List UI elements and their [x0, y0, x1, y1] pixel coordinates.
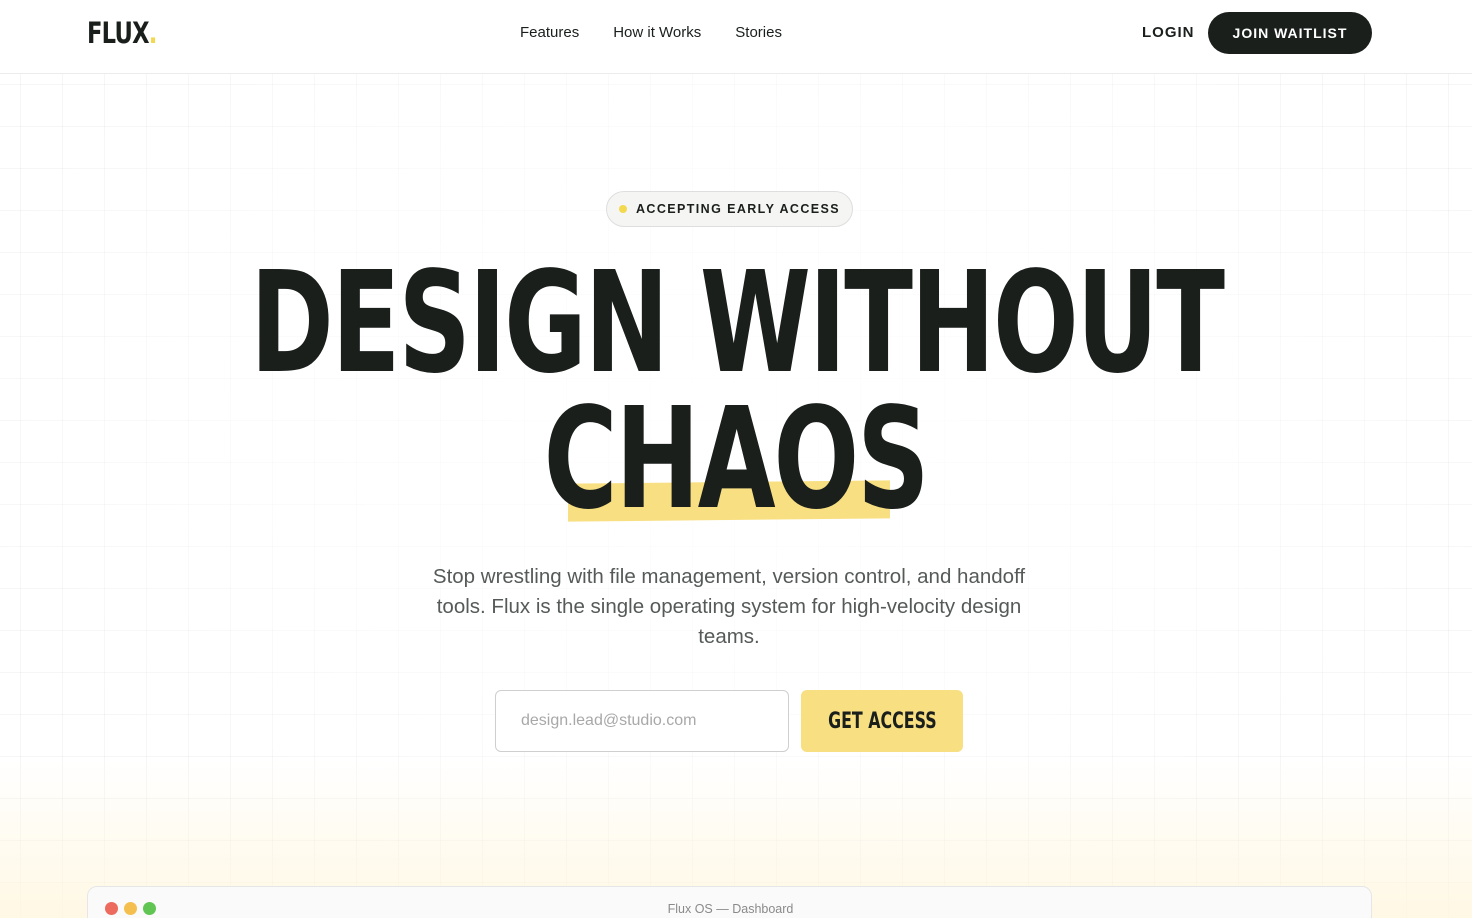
dashboard-preview-window: Flux OS — Dashboard	[87, 886, 1372, 918]
nav-link-how-it-works[interactable]: How it Works	[613, 24, 701, 42]
early-access-badge: ACCEPTING EARLY ACCESS	[606, 191, 853, 227]
get-access-button[interactable]: GET ACCESS	[801, 690, 963, 752]
headline-line-1-text: DESIGN WITHOUT	[249, 242, 1225, 405]
join-waitlist-button[interactable]: JOIN WAITLIST	[1208, 12, 1372, 54]
status-dot-icon	[619, 205, 627, 213]
get-access-label: GET ACCESS	[827, 708, 937, 734]
nav-link-stories[interactable]: Stories	[735, 24, 782, 42]
hero-subtext: Stop wrestling with file management, ver…	[432, 565, 1026, 648]
logo[interactable]: FLUX.	[87, 16, 157, 50]
main-nav: Features How it Works Stories	[520, 24, 782, 42]
badge-label: ACCEPTING EARLY ACCESS	[636, 202, 840, 216]
window-title: Flux OS — Dashboard	[667, 902, 794, 916]
headline-line-2-text: CHAOS	[544, 378, 930, 541]
top-navbar: FLUX. Features How it Works Stories LOGI…	[0, 0, 1472, 74]
hero-headline-line-1: DESIGN WITHOUT	[0, 254, 1472, 394]
email-input[interactable]	[495, 690, 789, 752]
hero-headline-line-2: CHAOS	[0, 390, 1472, 530]
logo-text: FLUX	[87, 16, 150, 50]
nav-link-features[interactable]: Features	[520, 24, 579, 42]
logo-dot: .	[148, 16, 158, 50]
login-link[interactable]: LOGIN	[1142, 24, 1195, 41]
